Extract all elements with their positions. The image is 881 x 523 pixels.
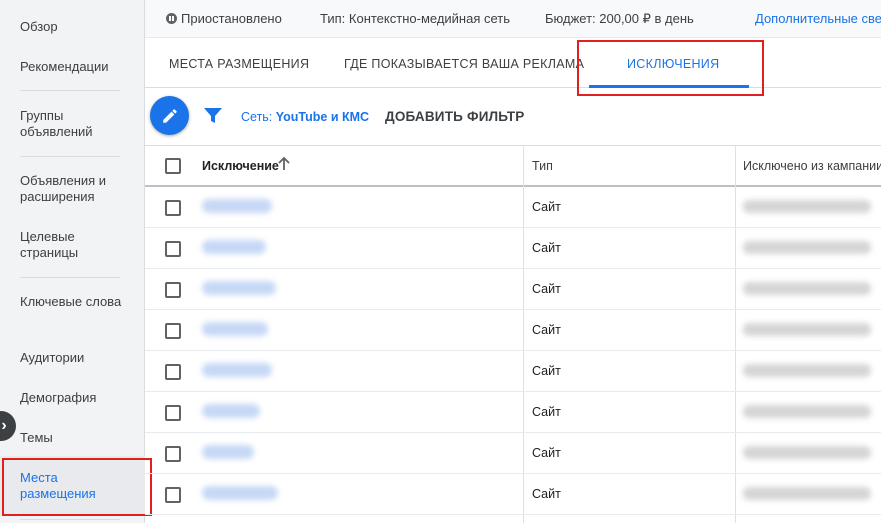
sidebar-divider (20, 90, 120, 91)
row-type: Сайт (532, 282, 561, 296)
exclusion-url-redacted[interactable] (202, 281, 276, 295)
excluded-from-redacted (743, 487, 871, 500)
sidebar: Обзор Рекомендации Группы объявлений Объ… (0, 0, 145, 523)
filter-funnel-icon[interactable] (203, 107, 223, 125)
row-checkbox[interactable] (165, 200, 181, 216)
network-filter-prefix: Сеть: (241, 110, 276, 124)
row-checkbox[interactable] (165, 487, 181, 503)
row-checkbox[interactable] (165, 241, 181, 257)
sidebar-item-ad-groups[interactable]: Группы объявлений (20, 108, 130, 140)
arrow-up-icon[interactable] (277, 156, 291, 172)
excluded-from-redacted (743, 405, 871, 418)
tab-exclusions[interactable]: ИСКЛЮЧЕНИЯ (627, 57, 719, 71)
excluded-from-redacted (743, 282, 871, 295)
table-row[interactable]: Сайт (145, 351, 881, 392)
tab-where-ads-showed[interactable]: ГДЕ ПОКАЗЫВАЕТСЯ ВАША РЕКЛАМА (344, 57, 584, 71)
edit-fab-button[interactable] (150, 96, 189, 135)
column-header-type[interactable]: Тип (532, 159, 553, 173)
exclusion-url-redacted[interactable] (202, 404, 260, 418)
sidebar-item-placements[interactable]: Места размещения (20, 470, 110, 502)
exclusion-url-redacted[interactable] (202, 486, 278, 500)
row-type: Сайт (532, 241, 561, 255)
sidebar-divider (20, 277, 120, 278)
exclusion-url-redacted[interactable] (202, 363, 272, 377)
row-type: Сайт (532, 200, 561, 214)
campaign-status-bar: Приостановлено Тип: Контекстно-медийная … (145, 0, 881, 38)
add-filter-button[interactable]: ДОБАВИТЬ ФИЛЬТР (385, 109, 525, 124)
campaign-type: Тип: Контекстно-медийная сеть (320, 11, 511, 26)
placement-tabs: МЕСТА РАЗМЕЩЕНИЯ ГДЕ ПОКАЗЫВАЕТСЯ ВАША Р… (145, 38, 881, 88)
tab-placements[interactable]: МЕСТА РАЗМЕЩЕНИЯ (169, 57, 309, 71)
excluded-from-redacted (743, 323, 871, 336)
column-header-excluded-from[interactable]: Исключено из кампании (743, 159, 881, 173)
pause-circle-icon (166, 13, 177, 24)
pencil-icon (162, 108, 177, 123)
excluded-from-redacted (743, 446, 871, 459)
sidebar-item-ads-extensions[interactable]: Объявления и расширения (20, 173, 130, 205)
sidebar-item-audiences[interactable]: Аудитории (20, 350, 130, 366)
exclusion-url-redacted[interactable] (202, 445, 254, 459)
row-checkbox[interactable] (165, 446, 181, 462)
sidebar-item-topics[interactable]: Темы (20, 430, 130, 446)
table-row[interactable]: Сайт (145, 392, 881, 433)
sidebar-item-overview[interactable]: Обзор (20, 19, 130, 35)
exclusion-url-redacted[interactable] (202, 199, 272, 213)
sidebar-item-recommendations[interactable]: Рекомендации (20, 59, 130, 75)
row-checkbox[interactable] (165, 405, 181, 421)
network-filter-value: YouTube и КМС (275, 110, 370, 124)
sidebar-item-demographics[interactable]: Демография (20, 390, 130, 406)
row-checkbox[interactable] (165, 364, 181, 380)
table-row[interactable]: Сайт (145, 310, 881, 351)
excluded-from-redacted (743, 200, 871, 213)
column-header-exclusion[interactable]: Исключение (202, 159, 279, 173)
excluded-from-redacted (743, 241, 871, 254)
row-type: Сайт (532, 364, 561, 378)
table-header: Исключение Тип Исключено из кампании (145, 145, 881, 187)
sidebar-item-keywords[interactable]: Ключевые слова (20, 294, 130, 310)
sidebar-divider (20, 156, 120, 157)
chevron-right-icon: › (1, 417, 7, 434)
exclusion-url-redacted[interactable] (202, 240, 266, 254)
table-row[interactable]: Сайт (145, 474, 881, 515)
table-row[interactable]: Сайт (145, 187, 881, 228)
row-type: Сайт (532, 446, 561, 460)
select-all-checkbox[interactable] (165, 158, 181, 174)
campaign-budget: Бюджет: 200,00 ₽ в день (545, 11, 694, 26)
more-details-link[interactable]: Дополнительные све (755, 11, 881, 26)
table-row[interactable]: Сайт (145, 433, 881, 474)
row-checkbox[interactable] (165, 323, 181, 339)
row-checkbox[interactable] (165, 282, 181, 298)
row-type: Сайт (532, 323, 561, 337)
network-filter-chip[interactable]: Сеть: YouTube и КМС (241, 110, 369, 124)
active-tab-indicator (589, 85, 749, 88)
exclusion-url-redacted[interactable] (202, 322, 268, 336)
sidebar-divider (20, 519, 120, 520)
sidebar-item-landing-pages[interactable]: Целевые страницы (20, 229, 130, 261)
campaign-state: Приостановлено (181, 11, 282, 26)
table-row[interactable]: Сайт (145, 269, 881, 310)
row-type: Сайт (532, 405, 561, 419)
excluded-from-redacted (743, 364, 871, 377)
row-type: Сайт (532, 487, 561, 501)
table-row[interactable]: Сайт (145, 228, 881, 269)
